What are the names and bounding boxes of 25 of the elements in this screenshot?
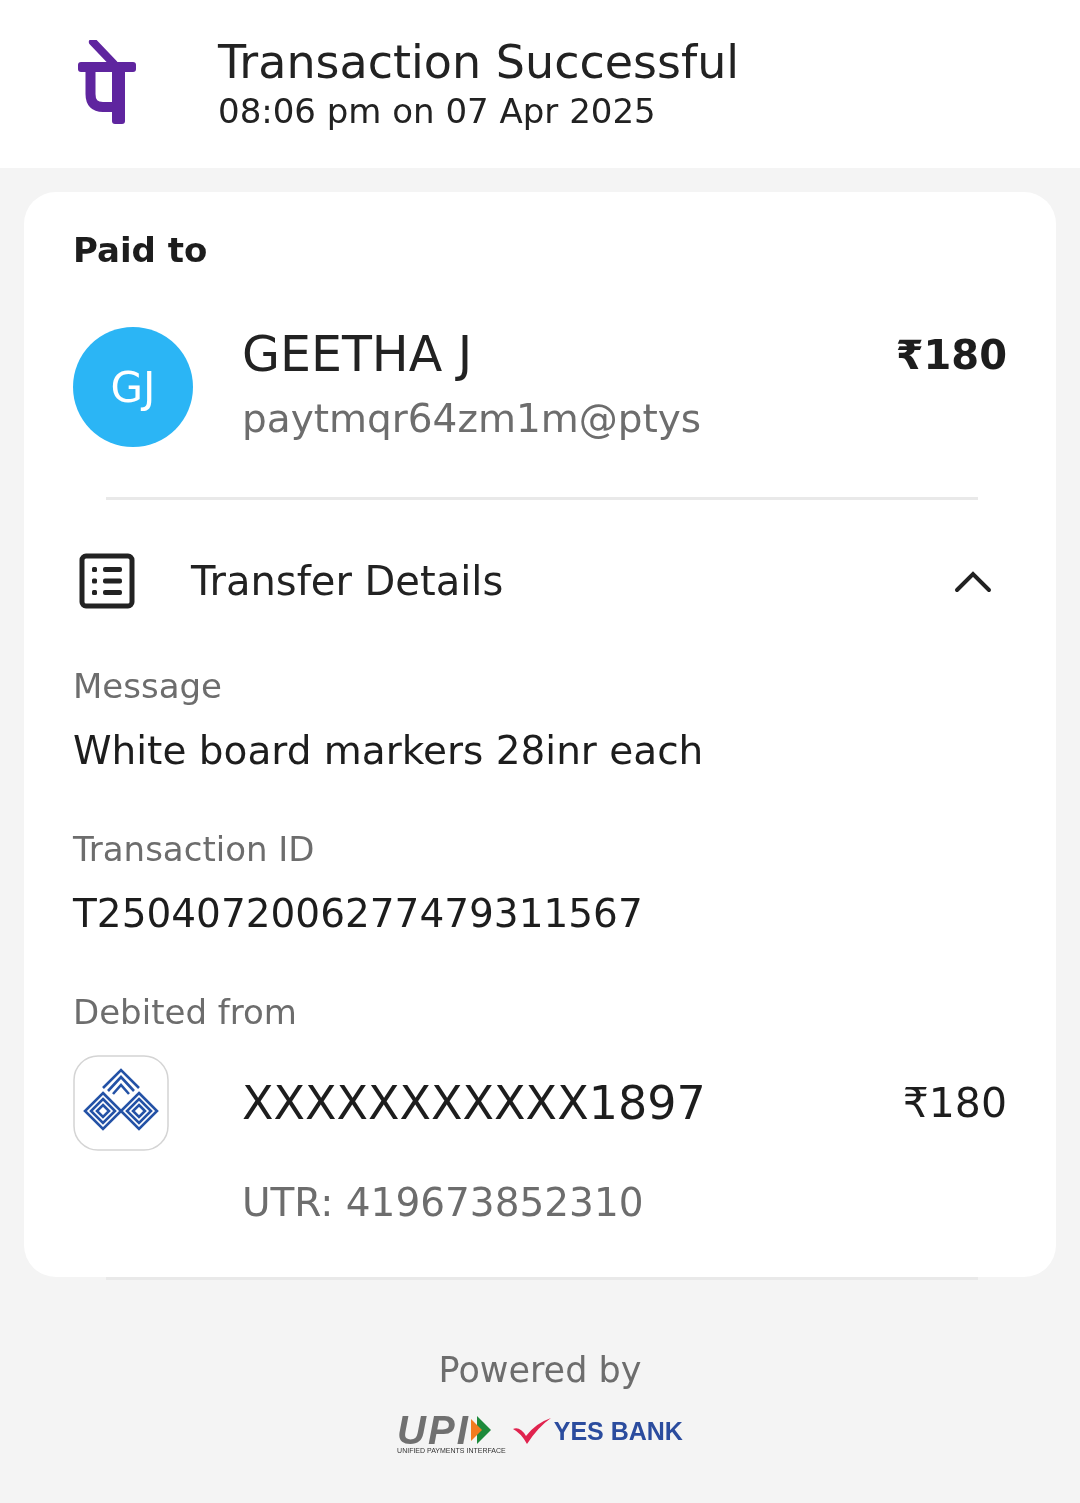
powered-by-label: Powered by	[437, 1349, 643, 1392]
payee-upi-id: paytmqr64zm1m@ptys	[242, 395, 703, 443]
account-number: XXXXXXXXXXX1897	[242, 1075, 707, 1131]
double-arrow-icon	[470, 1416, 491, 1444]
paid-to-heading: Paid to	[73, 229, 209, 272]
payee-name: GEETHA J	[242, 327, 474, 383]
utr-number: UTR: 419673852310	[242, 1179, 645, 1227]
list-icon	[79, 553, 135, 609]
field-label: Transaction ID	[73, 828, 316, 870]
check-mark-icon	[511, 1417, 552, 1445]
app-logo-icon	[78, 40, 136, 124]
field-value: T2504072006277479311567	[73, 890, 644, 938]
collapse-chevron-icon[interactable]	[954, 569, 992, 593]
transfer-details-title: Transfer Details	[191, 557, 505, 605]
upi-wordmark: UPI	[397, 1414, 470, 1446]
bank-wordmark: YES BANK	[553, 1416, 683, 1446]
paid-amount: ₹180	[895, 331, 1007, 380]
transaction-datetime: 08:06 pm on 07 Apr 2025	[218, 90, 657, 132]
payee-avatar: GJ	[73, 327, 193, 447]
field-value: White board markers 28inr each	[73, 727, 705, 775]
field-label: Debited from	[73, 991, 298, 1033]
diamond-logo-icon	[73, 1055, 169, 1151]
debited-amount: ₹180	[902, 1078, 1007, 1129]
field-label: Message	[73, 665, 223, 707]
transaction-status-title: Transaction Successful	[218, 36, 740, 88]
